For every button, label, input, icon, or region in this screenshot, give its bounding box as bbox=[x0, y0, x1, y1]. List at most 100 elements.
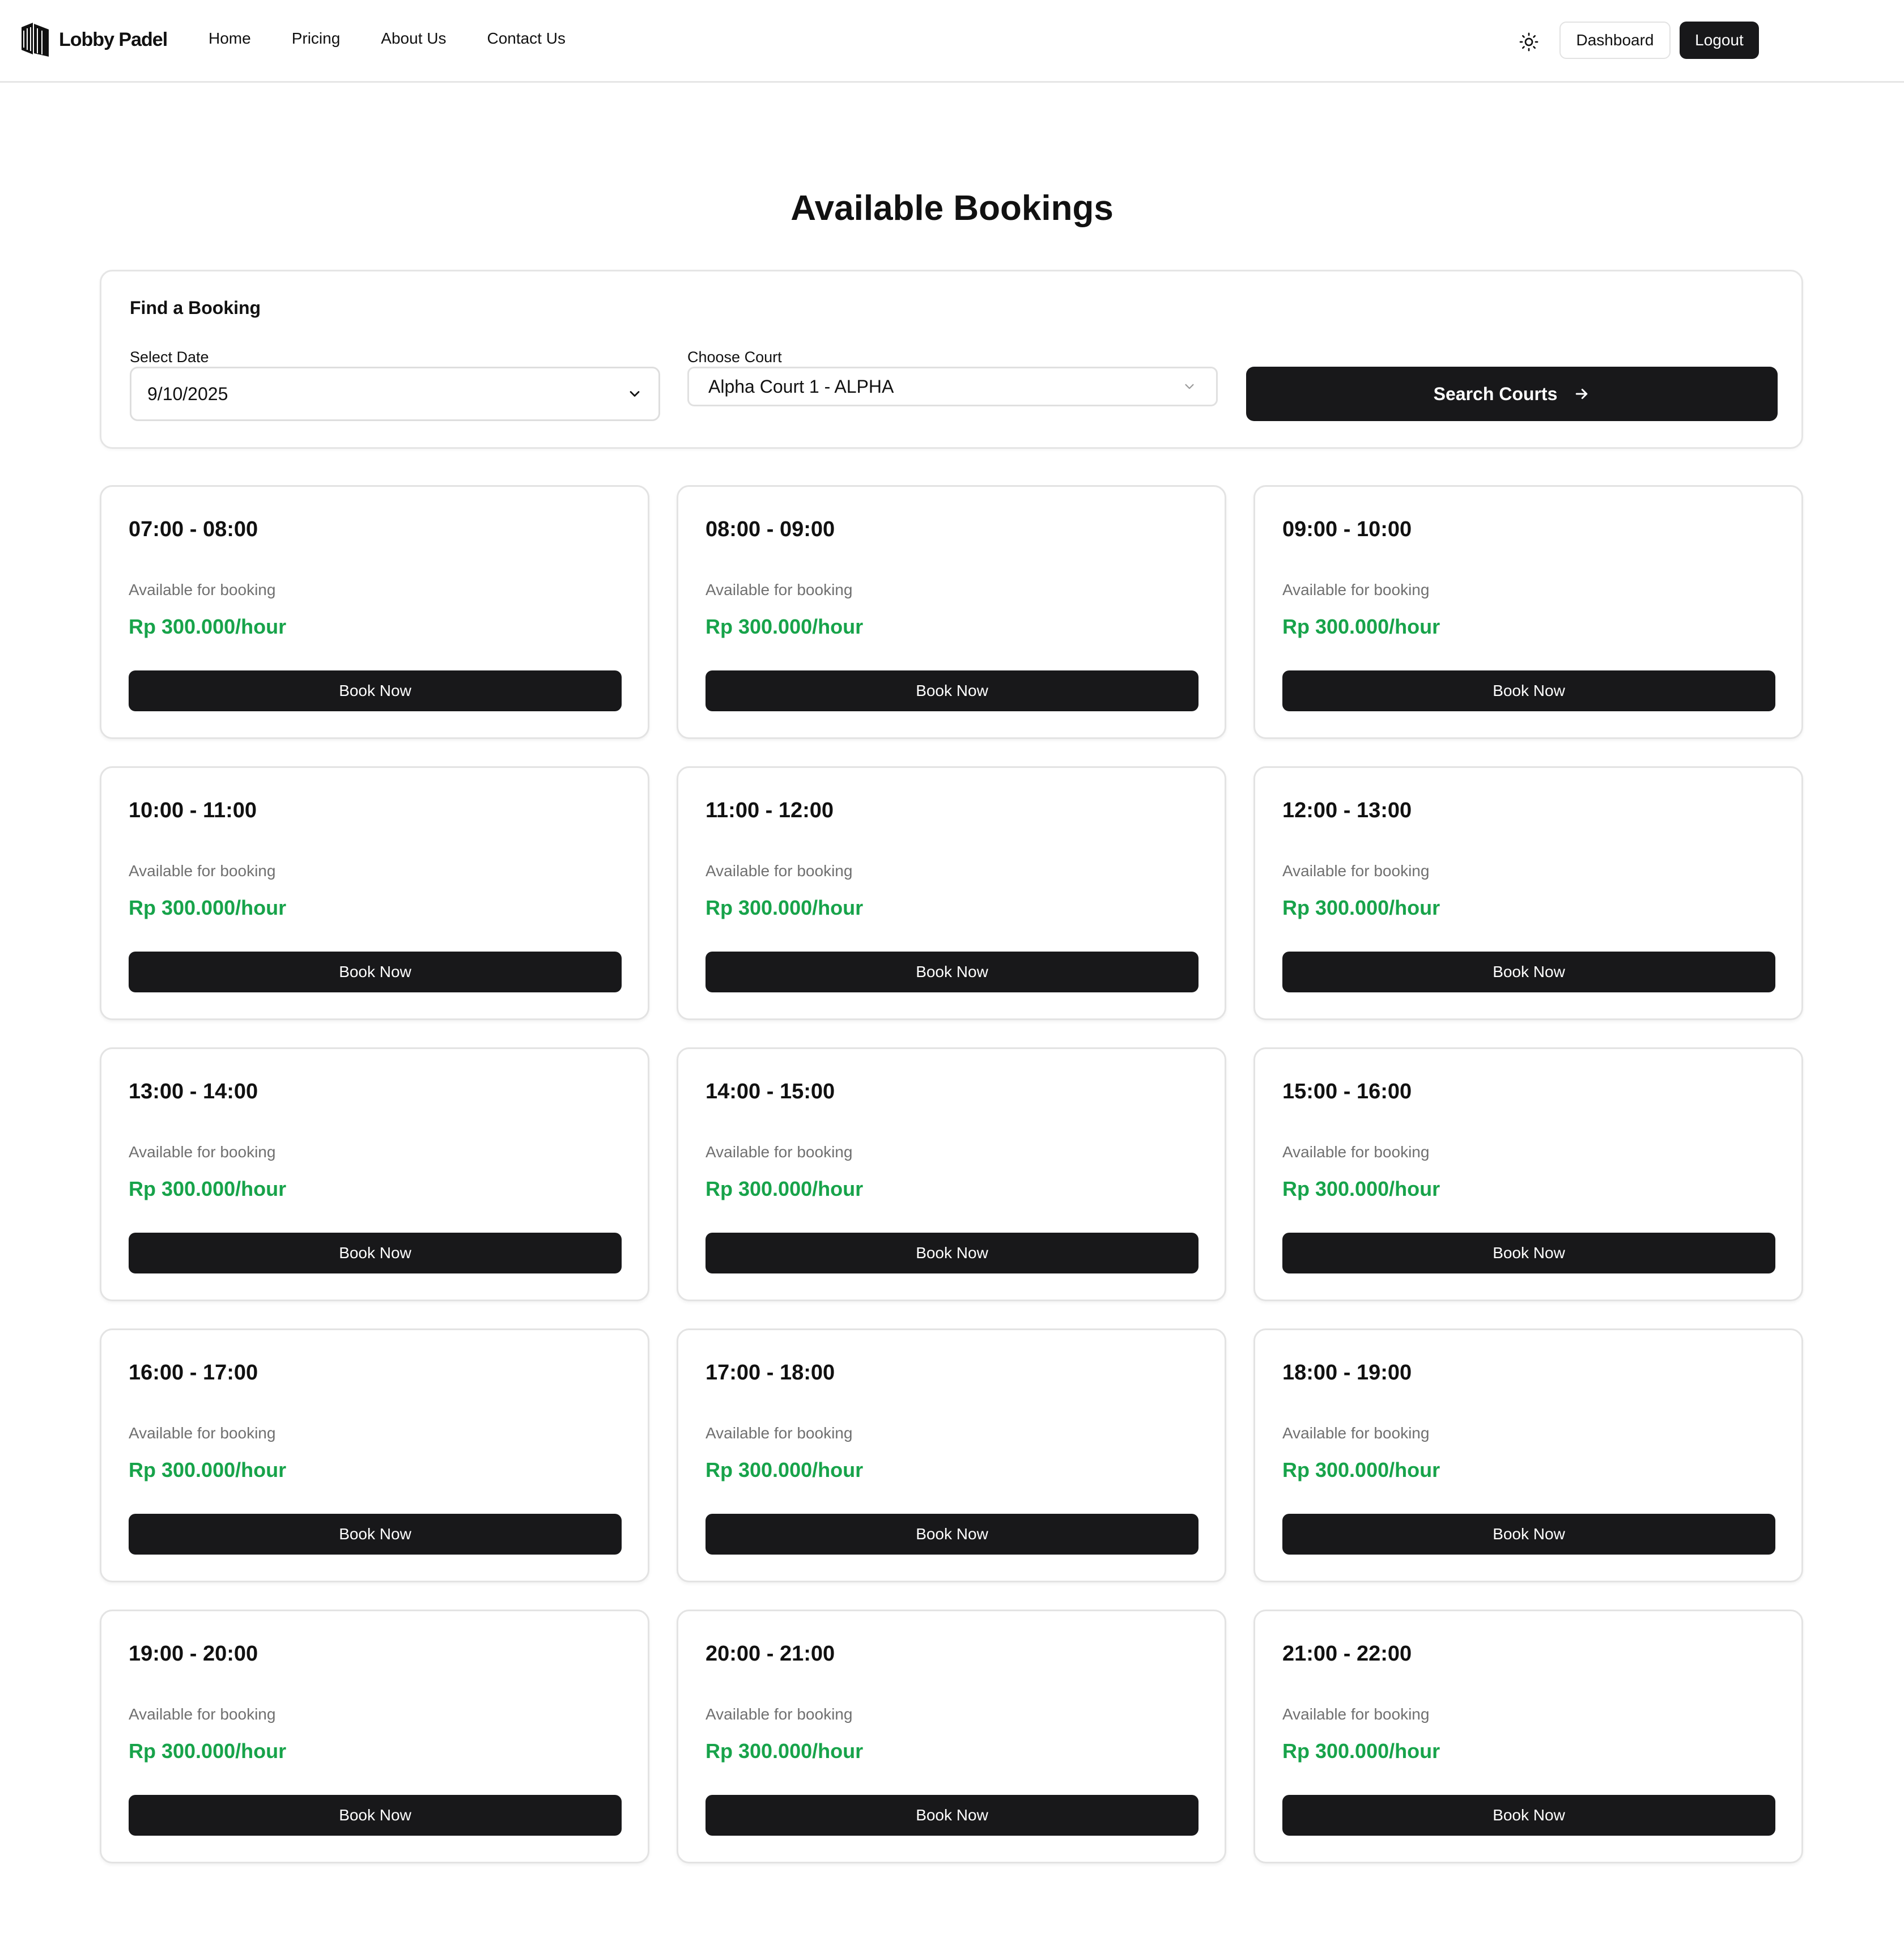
court-select[interactable]: Alpha Court 1 - ALPHA bbox=[687, 367, 1218, 406]
top-navbar: Lobby Padel Home Pricing About Us Contac… bbox=[0, 0, 1904, 83]
slot-time: 18:00 - 19:00 bbox=[1282, 1361, 1412, 1385]
slot-price: Rp 300.000/hour bbox=[1282, 1177, 1440, 1200]
nav-contact-link[interactable]: Contact Us bbox=[487, 29, 566, 48]
slot-time: 11:00 - 12:00 bbox=[706, 799, 834, 822]
time-slot-card: 16:00 - 17:00 Available for booking Rp 300… bbox=[100, 1328, 649, 1582]
book-now-button[interactable]: Book Now bbox=[129, 952, 622, 992]
slot-availability-status: Available for booking bbox=[129, 1143, 276, 1161]
time-slot-card: 10:00 - 11:00 Available for booking Rp 300… bbox=[100, 766, 649, 1020]
book-now-button[interactable]: Book Now bbox=[1282, 1795, 1775, 1836]
slot-price: Rp 300.000/hour bbox=[706, 615, 864, 638]
court-value: Alpha Court 1 - ALPHA bbox=[708, 376, 894, 397]
time-slot-card: 20:00 - 21:00 Available for booking Rp 300… bbox=[677, 1610, 1226, 1863]
slot-availability-status: Available for booking bbox=[1282, 581, 1430, 598]
brand-name: Lobby Padel bbox=[59, 28, 168, 50]
slot-availability-status: Available for booking bbox=[706, 581, 853, 598]
slot-availability-status: Available for booking bbox=[706, 1143, 853, 1161]
book-now-button[interactable]: Book Now bbox=[706, 952, 1198, 992]
book-now-button[interactable]: Book Now bbox=[1282, 1514, 1775, 1555]
book-now-button[interactable]: Book Now bbox=[129, 670, 622, 711]
book-now-button[interactable]: Book Now bbox=[129, 1795, 622, 1836]
slot-availability-status: Available for booking bbox=[706, 1424, 853, 1442]
slot-price: Rp 300.000/hour bbox=[706, 1739, 864, 1763]
page: Lobby Padel Home Pricing About Us Contac… bbox=[0, 0, 1904, 1936]
slot-price: Rp 300.000/hour bbox=[706, 1177, 864, 1200]
search-courts-button[interactable]: Search Courts bbox=[1246, 367, 1778, 421]
slot-availability-status: Available for booking bbox=[129, 862, 276, 880]
nav-pricing-link[interactable]: Pricing bbox=[292, 29, 341, 48]
slot-time: 16:00 - 17:00 bbox=[129, 1361, 258, 1385]
date-picker[interactable]: 9/10/2025 bbox=[130, 367, 660, 421]
brand-logo[interactable]: Lobby Padel bbox=[19, 22, 168, 58]
date-label: Select Date bbox=[130, 349, 209, 366]
book-now-button[interactable]: Book Now bbox=[1282, 952, 1775, 992]
slot-availability-status: Available for booking bbox=[1282, 1424, 1430, 1442]
slot-time: 10:00 - 11:00 bbox=[129, 799, 257, 822]
slot-price: Rp 300.000/hour bbox=[706, 896, 864, 919]
slot-availability-status: Available for booking bbox=[1282, 1143, 1430, 1161]
book-now-button[interactable]: Book Now bbox=[706, 1795, 1198, 1836]
time-slot-card: 07:00 - 08:00 Available for booking Rp 300… bbox=[100, 485, 649, 739]
time-slot-card: 09:00 - 10:00 Available for booking Rp 300… bbox=[1253, 485, 1803, 739]
page-title: Available Bookings bbox=[790, 189, 1114, 228]
slot-price: Rp 300.000/hour bbox=[129, 1458, 287, 1481]
slot-time: 07:00 - 08:00 bbox=[129, 517, 258, 541]
slot-price: Rp 300.000/hour bbox=[1282, 1458, 1440, 1481]
theme-toggle-button[interactable] bbox=[1519, 32, 1539, 52]
lobby-padel-logo-icon bbox=[22, 23, 49, 57]
slot-price: Rp 300.000/hour bbox=[1282, 896, 1440, 919]
slot-time: 21:00 - 22:00 bbox=[1282, 1642, 1412, 1666]
slot-availability-status: Available for booking bbox=[1282, 1705, 1430, 1723]
time-slot-card: 15:00 - 16:00 Available for booking Rp 300… bbox=[1253, 1047, 1803, 1301]
chevron-down-icon bbox=[630, 391, 640, 397]
logout-button[interactable]: Logout bbox=[1680, 22, 1759, 59]
book-now-button[interactable]: Book Now bbox=[706, 670, 1198, 711]
slot-price: Rp 300.000/hour bbox=[1282, 1739, 1440, 1763]
slot-price: Rp 300.000/hour bbox=[129, 896, 287, 919]
slot-time: 20:00 - 21:00 bbox=[706, 1642, 835, 1666]
sun-icon bbox=[1519, 32, 1538, 52]
slot-availability-status: Available for booking bbox=[129, 1424, 276, 1442]
slot-availability-status: Available for booking bbox=[129, 1705, 276, 1723]
main-nav: Home Pricing About Us Contact Us bbox=[209, 29, 606, 48]
slot-time: 19:00 - 20:00 bbox=[129, 1642, 258, 1666]
slot-time: 12:00 - 13:00 bbox=[1282, 799, 1412, 822]
time-slot-card: 11:00 - 12:00 Available for booking Rp 300… bbox=[677, 766, 1226, 1020]
slot-price: Rp 300.000/hour bbox=[1282, 615, 1440, 638]
time-slot-card: 14:00 - 15:00 Available for booking Rp 300… bbox=[677, 1047, 1226, 1301]
time-slot-card: 08:00 - 09:00 Available for booking Rp 300… bbox=[677, 485, 1226, 739]
book-now-button[interactable]: Book Now bbox=[129, 1233, 622, 1273]
book-now-button[interactable]: Book Now bbox=[129, 1514, 622, 1555]
slot-time: 14:00 - 15:00 bbox=[706, 1080, 835, 1103]
find-booking-panel: Find a Booking Select Date 9/10/2025 Cho… bbox=[100, 270, 1803, 449]
slot-availability-status: Available for booking bbox=[706, 862, 853, 880]
time-slot-card: 21:00 - 22:00 Available for booking Rp 300… bbox=[1253, 1610, 1803, 1863]
slot-availability-status: Available for booking bbox=[129, 581, 276, 598]
book-now-button[interactable]: Book Now bbox=[706, 1514, 1198, 1555]
slot-time: 08:00 - 09:00 bbox=[706, 517, 835, 541]
slot-time: 09:00 - 10:00 bbox=[1282, 517, 1412, 541]
slot-price: Rp 300.000/hour bbox=[129, 1177, 287, 1200]
slot-time: 13:00 - 14:00 bbox=[129, 1080, 258, 1103]
book-now-button[interactable]: Book Now bbox=[706, 1233, 1198, 1273]
time-slot-card: 19:00 - 20:00 Available for booking Rp 300… bbox=[100, 1610, 649, 1863]
slot-price: Rp 300.000/hour bbox=[129, 615, 287, 638]
find-booking-title: Find a Booking bbox=[130, 298, 261, 318]
nav-about-link[interactable]: About Us bbox=[381, 29, 446, 48]
search-courts-label: Search Courts bbox=[1433, 383, 1558, 404]
arrow-right-icon bbox=[1576, 389, 1588, 399]
slot-time: 15:00 - 16:00 bbox=[1282, 1080, 1412, 1103]
time-slot-card: 18:00 - 19:00 Available for booking Rp 300… bbox=[1253, 1328, 1803, 1582]
slot-time: 17:00 - 18:00 bbox=[706, 1361, 835, 1385]
nav-home-link[interactable]: Home bbox=[209, 29, 251, 48]
time-slot-card: 17:00 - 18:00 Available for booking Rp 300… bbox=[677, 1328, 1226, 1582]
book-now-button[interactable]: Book Now bbox=[1282, 670, 1775, 711]
slot-price: Rp 300.000/hour bbox=[129, 1739, 287, 1763]
dashboard-button[interactable]: Dashboard bbox=[1559, 22, 1671, 59]
time-slot-card: 12:00 - 13:00 Available for booking Rp 300… bbox=[1253, 766, 1803, 1020]
slot-price: Rp 300.000/hour bbox=[706, 1458, 864, 1481]
slot-availability-status: Available for booking bbox=[706, 1705, 853, 1723]
book-now-button[interactable]: Book Now bbox=[1282, 1233, 1775, 1273]
slot-availability-status: Available for booking bbox=[1282, 862, 1430, 880]
date-value: 9/10/2025 bbox=[147, 383, 228, 404]
